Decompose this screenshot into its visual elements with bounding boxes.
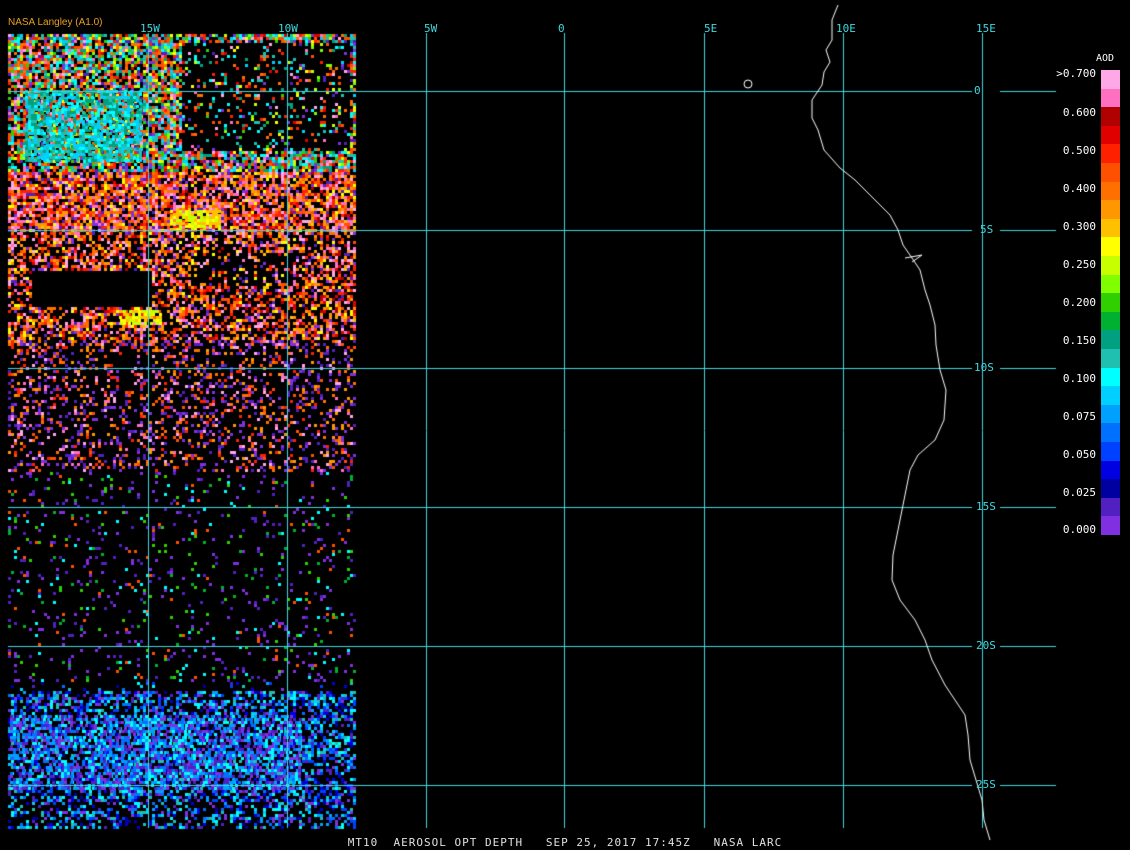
latitude-label: 25S [976, 778, 996, 791]
longitude-label: 5E [704, 22, 718, 35]
legend-swatch [1101, 237, 1120, 257]
credit-label: NASA Langley (A1.0) [8, 17, 103, 28]
latitude-label: 10S [974, 361, 994, 374]
longitude-label: 15W [140, 22, 160, 35]
legend-swatch [1101, 144, 1120, 164]
legend-swatch [1101, 293, 1120, 313]
legend-swatch [1101, 423, 1120, 443]
legend-label: 0.000 [1062, 523, 1096, 536]
legend-swatch [1101, 516, 1120, 536]
longitude-label: 15E [976, 22, 996, 35]
footer-caption: MT10 AEROSOL OPT DEPTH SEP 25, 2017 17:4… [347, 836, 783, 849]
legend-label: 0.100 [1062, 372, 1096, 385]
legend-swatch [1101, 200, 1120, 220]
aod-map [0, 0, 1130, 850]
legend-swatch [1101, 274, 1120, 294]
legend-swatch [1101, 125, 1120, 145]
legend-swatch [1101, 497, 1120, 517]
legend-label: >0.700 [1056, 67, 1096, 80]
legend-label: 0.300 [1062, 220, 1096, 233]
latitude-label: 15S [976, 500, 996, 513]
legend-swatch [1101, 386, 1120, 406]
legend-label: 0.400 [1062, 182, 1096, 195]
legend-swatch [1101, 181, 1120, 201]
legend-label: 0.600 [1062, 106, 1096, 119]
legend-title: AOD [1096, 53, 1115, 64]
legend-swatch [1101, 330, 1120, 350]
legend-swatch [1101, 460, 1120, 480]
latitude-label: 5S [980, 223, 994, 236]
longitude-label: 10W [278, 22, 298, 35]
legend-swatch [1101, 163, 1120, 182]
legend-swatch [1101, 311, 1120, 331]
legend-swatch [1101, 218, 1120, 238]
latitude-label: 20S [976, 639, 996, 652]
legend-swatch [1101, 404, 1120, 424]
legend-swatch [1101, 256, 1120, 275]
legend-swatch [1101, 349, 1120, 368]
legend-swatch [1101, 70, 1120, 89]
legend-label: 0.250 [1062, 258, 1096, 271]
longitude-label: 10E [836, 22, 856, 35]
legend-label: 0.050 [1062, 448, 1096, 461]
legend-label: 0.150 [1062, 334, 1096, 347]
legend-label: 0.500 [1062, 144, 1096, 157]
legend-label: 0.025 [1062, 486, 1096, 499]
legend-swatch [1101, 88, 1120, 108]
latitude-label: 0 [974, 84, 981, 97]
legend-swatch [1101, 107, 1120, 127]
legend-swatch [1101, 367, 1120, 387]
legend-label: 0.200 [1062, 296, 1096, 309]
legend-label: 0.075 [1062, 410, 1096, 423]
legend-swatch [1101, 479, 1120, 499]
longitude-label: 0 [558, 22, 565, 35]
legend-swatch [1101, 442, 1120, 461]
longitude-label: 5W [424, 22, 438, 35]
